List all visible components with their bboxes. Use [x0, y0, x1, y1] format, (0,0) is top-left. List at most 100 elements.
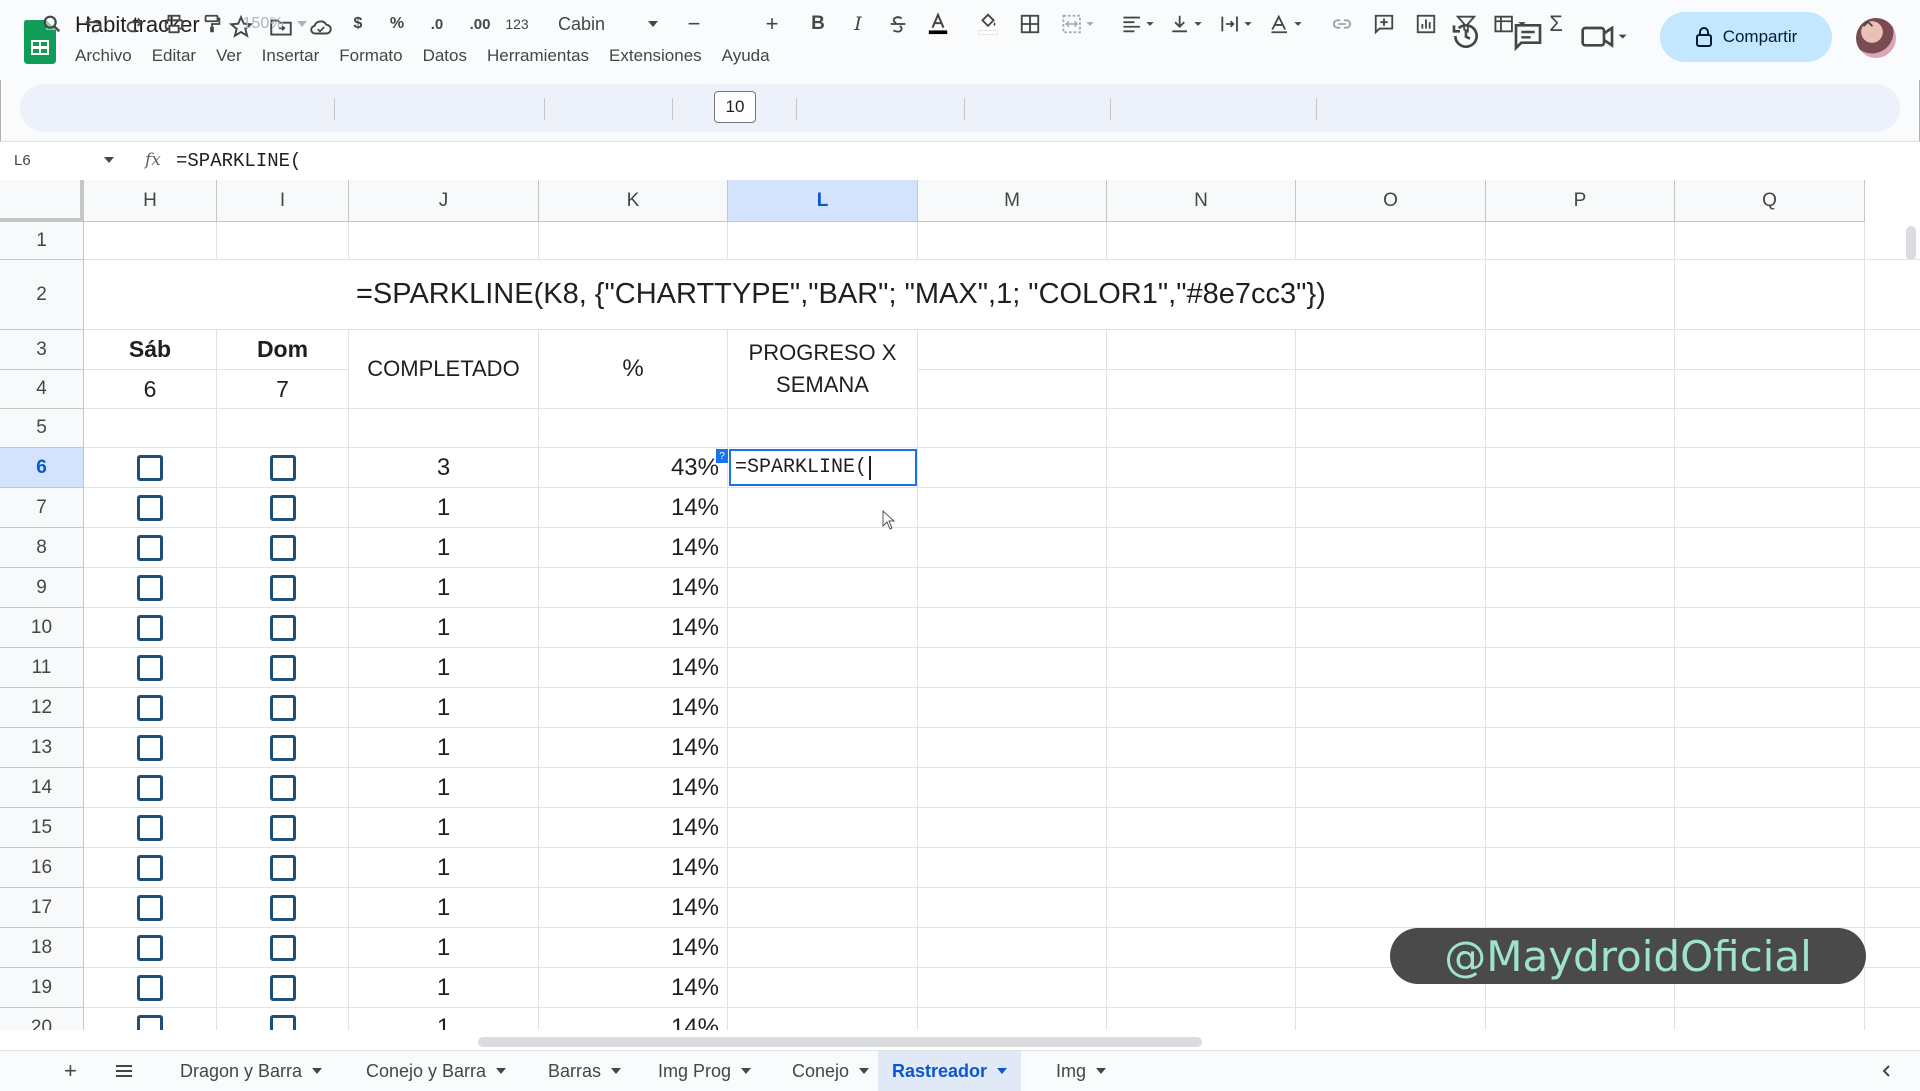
sheet-tab-rastreador[interactable]: Rastreador [878, 1051, 1022, 1091]
menu-formato[interactable]: Formato [339, 46, 402, 66]
checkbox-dom[interactable] [270, 935, 296, 961]
chevron-left-icon[interactable] [1880, 1051, 1892, 1091]
chevron-down-icon[interactable] [104, 157, 114, 163]
percent-value[interactable]: 14% [539, 928, 727, 967]
completado-value[interactable]: 1 [349, 488, 538, 527]
completado-value[interactable]: 1 [349, 968, 538, 1007]
checkbox-sab[interactable] [137, 535, 163, 561]
name-box[interactable]: L6 [14, 152, 31, 169]
checkbox-dom[interactable] [270, 655, 296, 681]
menu-archivo[interactable]: Archivo [75, 46, 132, 66]
checkbox-sab[interactable] [137, 975, 163, 1001]
row-header-13[interactable]: 13 [0, 728, 84, 768]
checkbox-sab[interactable] [137, 455, 163, 481]
filter-icon[interactable] [1452, 8, 1480, 40]
add-sheet-button[interactable]: + [64, 1051, 77, 1091]
menu-datos[interactable]: Datos [423, 46, 467, 66]
row-header-3[interactable]: 3 [0, 330, 84, 370]
chevron-down-icon[interactable] [496, 1068, 507, 1074]
percent-value[interactable]: 14% [539, 808, 727, 847]
sheet-tab-conejo[interactable]: Conejo [792, 1051, 870, 1091]
checkbox-sab[interactable] [137, 815, 163, 841]
column-header-i[interactable]: I [217, 180, 349, 222]
sheet-tab-img[interactable]: Img [1056, 1051, 1107, 1091]
column-header-p[interactable]: P [1486, 180, 1675, 222]
merge-cells-icon[interactable] [1056, 8, 1102, 40]
row-header-5[interactable]: 5 [0, 409, 84, 448]
chevron-down-icon[interactable] [859, 1068, 870, 1074]
horizontal-scroll-thumb[interactable] [478, 1037, 1202, 1047]
borders-icon[interactable] [1016, 8, 1044, 40]
checkbox-sab[interactable] [137, 735, 163, 761]
paint-format-icon[interactable] [198, 8, 226, 40]
completado-value[interactable]: 1 [349, 848, 538, 887]
checkbox-dom[interactable] [270, 975, 296, 1001]
select-all-corner[interactable] [0, 180, 84, 222]
checkbox-dom[interactable] [270, 695, 296, 721]
decrease-decimal-button[interactable]: .0 [420, 8, 454, 40]
row-header-6[interactable]: 6 [0, 448, 84, 488]
row-header-19[interactable]: 19 [0, 968, 84, 1008]
checkbox-sab[interactable] [137, 855, 163, 881]
row-header-4[interactable]: 4 [0, 370, 84, 409]
row-header-16[interactable]: 16 [0, 848, 84, 888]
sheet-tab-dragon-y-barra[interactable]: Dragon y Barra [180, 1051, 323, 1091]
zoom-select[interactable]: 150% [240, 8, 310, 40]
chevron-down-icon[interactable] [1096, 1068, 1107, 1074]
percent-value[interactable]: 14% [539, 608, 727, 647]
search-menus-icon[interactable] [38, 8, 66, 40]
collapse-toolbar-icon[interactable] [1854, 8, 1882, 40]
functions-button[interactable]: Σ [1544, 8, 1568, 40]
active-cell-editor[interactable]: =SPARKLINE( [729, 449, 917, 486]
checkbox-dom[interactable] [270, 455, 296, 481]
percent-value[interactable]: 14% [539, 768, 727, 807]
row-header-15[interactable]: 15 [0, 808, 84, 848]
sheet-tab-img-prog[interactable]: Img Prog [658, 1051, 752, 1091]
checkbox-sab[interactable] [137, 655, 163, 681]
font-size-input[interactable]: 10 [714, 91, 756, 123]
text-color-icon[interactable] [924, 8, 952, 40]
strikethrough-icon[interactable] [884, 8, 912, 40]
formula-input[interactable]: =SPARKLINE( [176, 150, 301, 172]
row-header-12[interactable]: 12 [0, 688, 84, 728]
print-icon[interactable] [160, 8, 188, 40]
percent-value[interactable]: 14% [539, 848, 727, 887]
chevron-down-icon[interactable] [741, 1068, 752, 1074]
percent-value[interactable]: 14% [539, 968, 727, 1007]
percent-value[interactable]: 14% [539, 728, 727, 767]
increase-decimal-button[interactable]: .00 [460, 8, 500, 40]
menu-ver[interactable]: Ver [216, 46, 242, 66]
vertical-align-icon[interactable] [1166, 8, 1208, 40]
formula-help-icon[interactable]: ? [716, 449, 728, 463]
row-header-2[interactable]: 2 [0, 260, 84, 330]
insert-comment-icon[interactable] [1370, 8, 1398, 40]
row-header-11[interactable]: 11 [0, 648, 84, 688]
menu-ayuda[interactable]: Ayuda [722, 46, 770, 66]
row-header-17[interactable]: 17 [0, 888, 84, 928]
spreadsheet-grid[interactable]: H I J K L M N O P Q 1 2 3 4 5 6 7 8 9 10 11 12 13 14 15 16 17 18 19 2… [0, 180, 1920, 1040]
currency-format-button[interactable]: $ [346, 8, 370, 40]
bold-button[interactable]: B [806, 8, 830, 40]
more-formats-button[interactable]: 123 [502, 8, 532, 40]
row-header-14[interactable]: 14 [0, 768, 84, 808]
undo-icon[interactable] [80, 8, 108, 40]
chevron-down-icon[interactable] [312, 1068, 323, 1074]
column-header-k[interactable]: K [539, 180, 728, 222]
fill-color-icon[interactable] [974, 8, 1002, 40]
column-header-l[interactable]: L [728, 180, 918, 222]
font-select[interactable]: Cabin [558, 8, 658, 40]
completado-value[interactable]: 1 [349, 768, 538, 807]
filter-views-icon[interactable] [1490, 8, 1532, 40]
checkbox-dom[interactable] [270, 815, 296, 841]
column-header-o[interactable]: O [1296, 180, 1486, 222]
percent-value[interactable]: 14% [539, 568, 727, 607]
completado-value[interactable]: 3 [349, 448, 538, 487]
completado-value[interactable]: 1 [349, 568, 538, 607]
column-header-j[interactable]: J [349, 180, 539, 222]
column-header-m[interactable]: M [918, 180, 1107, 222]
column-header-n[interactable]: N [1107, 180, 1296, 222]
checkbox-sab[interactable] [137, 575, 163, 601]
checkbox-dom[interactable] [270, 575, 296, 601]
checkbox-sab[interactable] [137, 775, 163, 801]
percent-value[interactable]: 14% [539, 488, 727, 527]
